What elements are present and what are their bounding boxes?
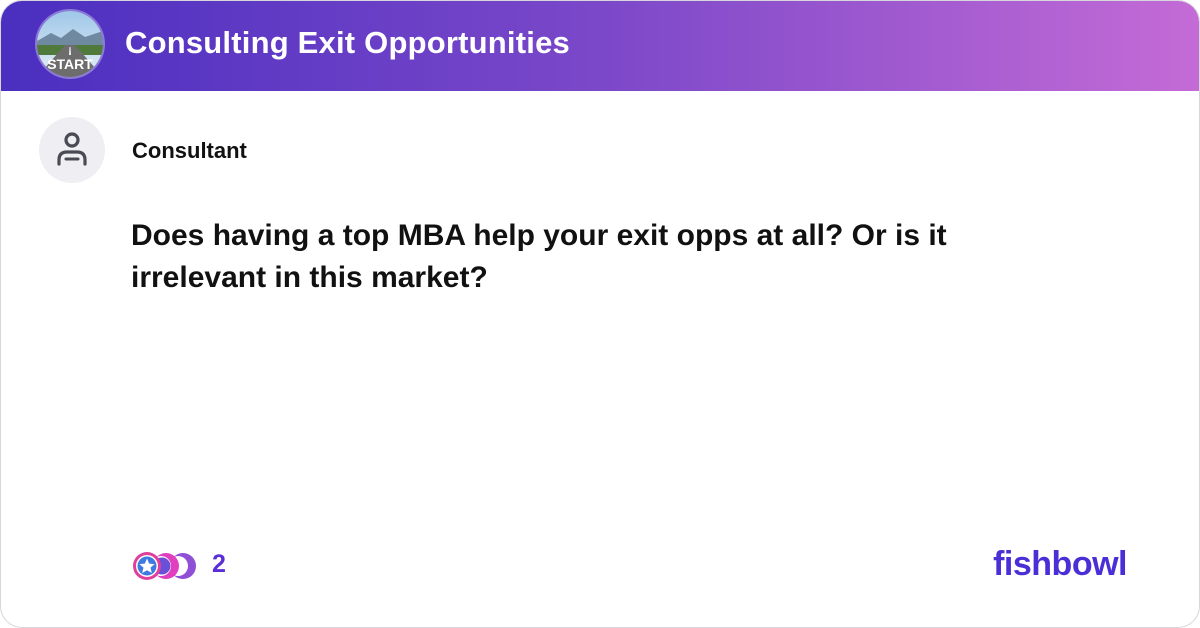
avatar-start-text: START	[47, 56, 93, 72]
author-name[interactable]: Consultant	[132, 138, 247, 164]
reaction-count[interactable]: 2	[212, 550, 226, 579]
person-icon	[57, 132, 87, 166]
road-start-image: START	[37, 11, 103, 77]
star-reaction-icon	[133, 552, 161, 580]
bowl-header: START Consulting Exit Opportunities	[1, 1, 1199, 91]
post-text: Does having a top MBA help your exit opp…	[131, 219, 947, 294]
bowl-title[interactable]: Consulting Exit Opportunities	[125, 25, 570, 61]
bowl-avatar[interactable]: START	[37, 11, 103, 77]
fishbowl-logo[interactable]: fishbowl	[993, 545, 1127, 584]
author-avatar[interactable]	[39, 117, 105, 183]
post-card: START Consulting Exit Opportunities Cons…	[0, 0, 1200, 628]
